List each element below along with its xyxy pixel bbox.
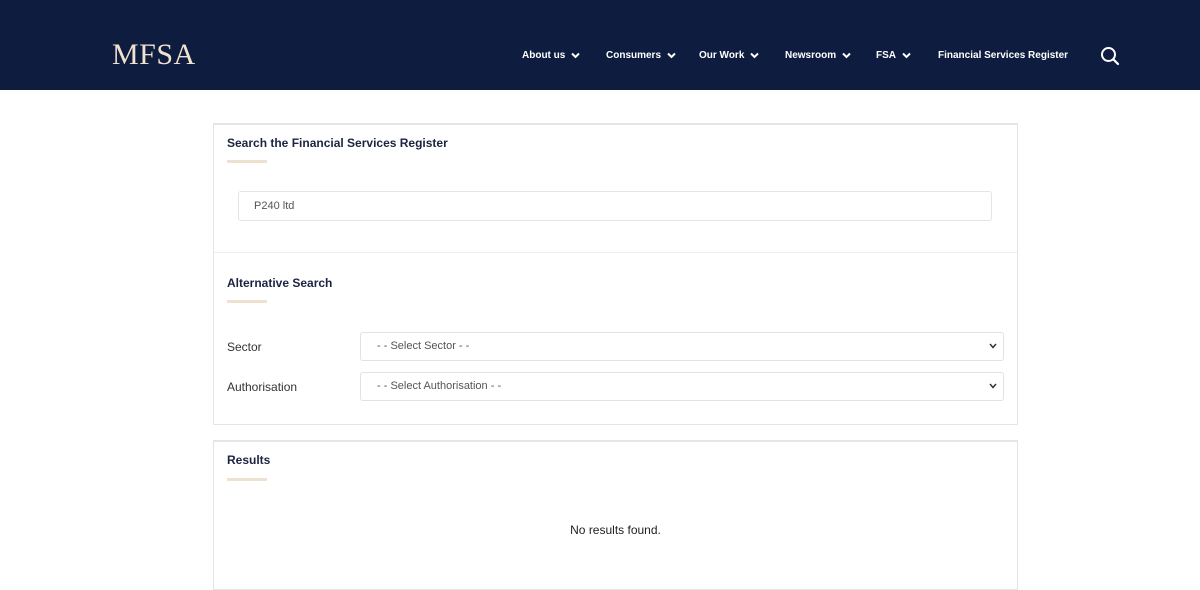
title-underline xyxy=(227,160,267,163)
site-header: MFSA About us Consumers Our Work Newsroo… xyxy=(0,0,1200,90)
nav-newsroom[interactable]: Newsroom xyxy=(785,45,851,65)
authorisation-label: Authorisation xyxy=(227,380,298,394)
section-divider xyxy=(214,252,1017,253)
nav-fsa[interactable]: FSA xyxy=(876,45,911,65)
chevron-down-icon xyxy=(750,52,760,58)
title-underline xyxy=(227,300,267,303)
alternative-search-title: Alternative Search xyxy=(227,276,333,290)
mfsa-logo[interactable]: MFSA xyxy=(112,36,196,74)
nav-consumers[interactable]: Consumers xyxy=(606,45,676,65)
nav-label: Our Work xyxy=(699,49,745,61)
sector-selected-value: - - Select Sector - - xyxy=(377,340,470,352)
authorisation-select[interactable]: - - Select Authorisation - - xyxy=(360,372,1004,401)
sector-select[interactable]: - - Select Sector - - xyxy=(360,332,1004,361)
chevron-down-icon xyxy=(902,52,911,58)
nav-label: Financial Services Register xyxy=(938,49,1069,61)
chevron-down-icon xyxy=(989,383,997,389)
results-card: Results No results found. xyxy=(213,440,1018,590)
chevron-down-icon xyxy=(842,52,851,58)
register-search-input[interactable] xyxy=(238,191,992,221)
title-underline xyxy=(227,478,267,481)
nav-label: FSA xyxy=(876,49,896,61)
search-icon[interactable] xyxy=(1100,46,1120,66)
sector-label: Sector xyxy=(227,340,262,354)
no-results-message: No results found. xyxy=(570,523,661,537)
chevron-down-icon xyxy=(989,343,997,349)
nav-financial-services-register[interactable]: Financial Services Register xyxy=(938,45,1068,65)
search-register-title: Search the Financial Services Register xyxy=(227,136,448,150)
nav-label: About us xyxy=(522,49,566,61)
nav-label: Consumers xyxy=(606,49,662,61)
chevron-down-icon xyxy=(571,52,581,58)
results-title: Results xyxy=(227,453,271,467)
nav-label: Newsroom xyxy=(785,49,837,61)
chevron-down-icon xyxy=(667,52,676,58)
search-card: Search the Financial Services Register A… xyxy=(213,123,1018,425)
nav-our-work[interactable]: Our Work xyxy=(699,45,760,65)
authorisation-selected-value: - - Select Authorisation - - xyxy=(377,380,502,392)
nav-about-us[interactable]: About us xyxy=(522,45,581,65)
